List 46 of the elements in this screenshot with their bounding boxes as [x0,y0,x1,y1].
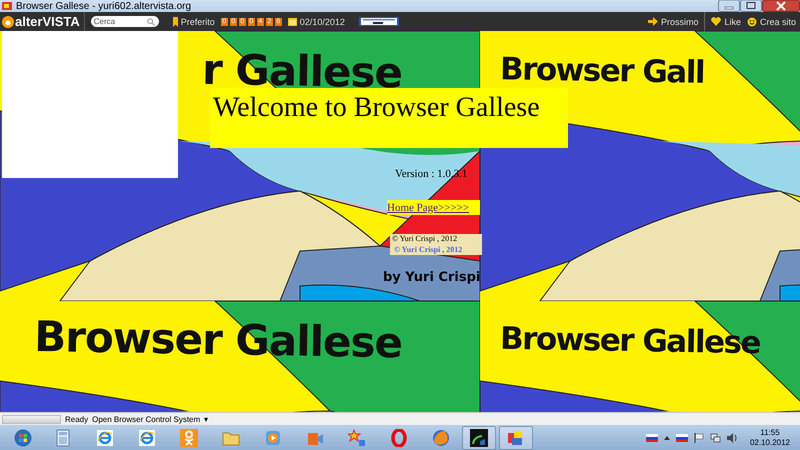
smiley-icon [746,16,757,26]
speaker-icon[interactable] [726,432,738,442]
heart-icon [711,17,722,26]
globe-icon[interactable] [432,428,450,446]
window-title: Browser Gallese - yuri602.altervista.org [16,0,192,12]
up-arrow-icon[interactable] [664,436,670,440]
close-button[interactable] [762,0,800,12]
clock[interactable]: 11:55 02.10.2012 [750,428,790,448]
start-button[interactable] [14,428,32,446]
date-text: 02/10/2012 [300,16,345,26]
bookmark-link[interactable]: Preferito [172,16,215,26]
copyright-text: © Yuri Crispi , 2012 [392,234,458,244]
taskbar-app-button[interactable] [462,426,496,450]
search-field[interactable]: Cerca [90,16,159,27]
copyright-shadow-text: © Yuri Crispi , 2012 [394,245,462,255]
play-icon[interactable] [264,428,282,446]
rank-badge-icon [358,17,399,26]
network-icon[interactable] [710,432,721,442]
flag-icon[interactable] [646,434,658,442]
flag-icon[interactable] [694,432,704,442]
control-menu[interactable]: Open Browser Control System ▾ [92,414,208,424]
arrow-right-icon [648,17,658,26]
flag-icon[interactable] [676,434,688,442]
home-page-link[interactable]: Home Page>>>>> [387,200,480,215]
bookmark-icon [172,16,178,26]
welcome-heading: Welcome to Browser Gallese [210,88,568,148]
logo-icon [2,14,14,28]
status-text: Ready [65,414,88,424]
browser-icon[interactable] [96,428,114,446]
banner-text: Browser Gall [500,51,704,91]
app-icon [2,2,12,10]
star-icon[interactable] [348,428,366,446]
browser-icon[interactable] [138,428,156,446]
toolbar-link[interactable]: Like [711,16,741,26]
toolbar-link[interactable]: Crea sito [746,16,796,26]
maximize-button[interactable] [740,0,762,12]
byline-text: by Yuri Crispi [383,270,480,285]
letter-o-icon[interactable] [390,428,408,446]
gauge-icon[interactable] [470,428,488,446]
calendar-icon [288,17,297,26]
minimize-button[interactable] [718,0,740,12]
toolbar-link[interactable]: Prossimo [648,16,698,26]
calculator-icon[interactable] [54,428,72,446]
logo-text: alterVISTA [15,14,80,29]
person-icon[interactable] [180,428,198,446]
colorful-app-icon[interactable] [507,428,525,446]
